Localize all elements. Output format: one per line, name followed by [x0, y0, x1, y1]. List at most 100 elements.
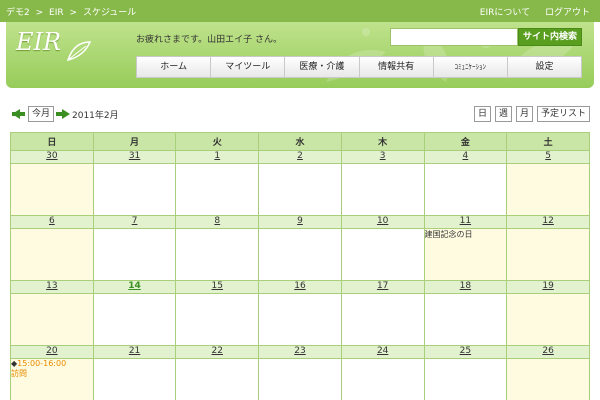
calendar-date-link[interactable]: 13 [46, 281, 57, 291]
calendar-day-cell[interactable] [92, 228, 177, 281]
calendar-day-cell[interactable] [175, 293, 260, 346]
calendar-day-cell[interactable] [175, 163, 260, 216]
calendar-day-cell[interactable] [10, 228, 94, 281]
nav-item-settings[interactable]: 設定 [508, 57, 581, 77]
calendar-date-row: 6 7 8 9 10 11 12 [10, 215, 590, 229]
calendar-date-link[interactable]: 31 [129, 151, 140, 161]
calendar-day-cell[interactable]: ◆15:00-16:00 訪問 [10, 358, 94, 400]
view-day-button[interactable]: 日 [473, 106, 491, 122]
calendar-day-cell[interactable] [175, 358, 260, 400]
calendar-date-link[interactable]: 12 [542, 216, 553, 226]
calendar-day-cell[interactable]: 建国記念の日 [423, 228, 508, 281]
event-entry[interactable]: ◆15:00-16:00 [11, 359, 93, 368]
calendar-date-cell: 31 [92, 150, 177, 164]
breadcrumb-item-eir[interactable]: EIR [49, 8, 64, 18]
calendar-date-link[interactable]: 8 [214, 216, 220, 226]
calendar-day-cell[interactable] [258, 228, 342, 281]
calendar-day-cell[interactable] [340, 163, 425, 216]
calendar-date-link[interactable]: 21 [129, 346, 140, 356]
calendar-date-link[interactable]: 9 [297, 216, 303, 226]
calendar-day-cell[interactable] [506, 228, 590, 281]
calendar-day-cell[interactable] [340, 293, 425, 346]
calendar-day-cell[interactable] [423, 293, 508, 346]
view-list-button[interactable]: 予定リスト [536, 106, 590, 122]
calendar-date-cell: 16 [258, 280, 342, 294]
view-month-button[interactable]: 月 [515, 106, 533, 122]
calendar-day-cell[interactable] [175, 228, 260, 281]
calendar-date-link[interactable]: 26 [542, 346, 553, 356]
calendar-date-link[interactable]: 23 [294, 346, 305, 356]
calendar-day-cell[interactable] [92, 358, 177, 400]
event-title[interactable]: 訪問 [11, 368, 93, 379]
calendar-date-cell: 23 [258, 345, 342, 359]
nav-item-mytools[interactable]: マイツール [211, 57, 286, 77]
calendar-date-link[interactable]: 17 [377, 281, 388, 291]
calendar-day-cell[interactable] [92, 293, 177, 346]
calendar-day-cell[interactable] [423, 358, 508, 400]
calendar-day-cell[interactable] [258, 163, 342, 216]
calendar-date-link[interactable]: 3 [380, 151, 386, 161]
calendar-date-link[interactable]: 24 [377, 346, 388, 356]
this-month-button[interactable]: 今月 [28, 106, 54, 122]
calendar-date-cell: 9 [258, 215, 342, 229]
calendar-day-cell[interactable] [506, 163, 590, 216]
calendar-date-link[interactable]: 15 [212, 281, 223, 291]
calendar-date-row: 20 21 22 23 24 25 26 [10, 345, 590, 359]
calendar-toolbar: 今月 2011年2月 日 週 月 予定リスト [10, 106, 590, 124]
calendar-day-cell[interactable] [340, 358, 425, 400]
nav-item-info-share[interactable]: 情報共有 [360, 57, 434, 77]
calendar-date-link[interactable]: 7 [132, 216, 138, 226]
breadcrumb: デモ2 > EIR > スケジュール [6, 5, 139, 18]
calendar-date-link[interactable]: 2 [297, 151, 303, 161]
breadcrumb-item-demo[interactable]: デモ2 [6, 8, 30, 18]
next-month-arrow-icon[interactable] [62, 109, 70, 119]
nav-item-medical-care[interactable]: 医療・介護 [285, 57, 360, 77]
calendar-date-row: 13 14 15 16 17 18 19 [10, 280, 590, 294]
calendar-date-link[interactable]: 5 [545, 151, 551, 161]
calendar-week-row: 建国記念の日 [10, 228, 590, 281]
calendar-date-link[interactable]: 4 [463, 151, 469, 161]
greeting-text: お疲れさまです。山田エイ子 さん。 [136, 35, 282, 45]
calendar-date-cell: 13 [10, 280, 94, 294]
calendar-date-cell: 19 [506, 280, 590, 294]
calendar-date-link[interactable]: 11 [460, 216, 471, 226]
calendar-day-cell[interactable] [258, 358, 342, 400]
calendar-date-link[interactable]: 14 [128, 281, 141, 291]
calendar-day-cell[interactable] [10, 293, 94, 346]
site-search-input[interactable] [390, 28, 518, 46]
view-week-button[interactable]: 週 [494, 106, 512, 122]
calendar-date-cell: 7 [92, 215, 177, 229]
eir-logo[interactable]: EIR [16, 28, 61, 56]
calendar-day-cell[interactable] [423, 163, 508, 216]
calendar-date-cell: 14 [92, 280, 177, 294]
current-month-label: 2011年2月 [72, 111, 119, 121]
calendar-date-link[interactable]: 16 [294, 281, 305, 291]
logo-leaf-icon [66, 41, 92, 62]
nav-item-communication[interactable]: ｺﾐｭﾆｹｰｼｮﾝ [434, 57, 508, 77]
calendar-date-cell: 10 [340, 215, 425, 229]
calendar-date-link[interactable]: 20 [46, 346, 57, 356]
calendar-date-cell: 30 [10, 150, 94, 164]
calendar-day-cell[interactable] [92, 163, 177, 216]
calendar-date-link[interactable]: 1 [214, 151, 220, 161]
site-search-button[interactable]: サイト内検索 [518, 28, 582, 46]
calendar-date-link[interactable]: 19 [542, 281, 553, 291]
calendar-day-cell[interactable] [506, 358, 590, 400]
prev-month-arrow-shaft[interactable] [19, 112, 25, 116]
calendar-date-cell: 18 [423, 280, 508, 294]
calendar-date-link[interactable]: 30 [46, 151, 57, 161]
calendar-day-cell[interactable] [506, 293, 590, 346]
calendar-date-cell: 24 [340, 345, 425, 359]
calendar-day-cell[interactable] [258, 293, 342, 346]
calendar-date-link[interactable]: 18 [460, 281, 471, 291]
calendar-date-link[interactable]: 6 [49, 216, 55, 226]
calendar-day-cell[interactable] [340, 228, 425, 281]
about-link[interactable]: EIRについて [480, 8, 530, 18]
calendar-date-cell: 21 [92, 345, 177, 359]
logout-link[interactable]: ログアウト [545, 8, 590, 18]
calendar-day-cell[interactable] [10, 163, 94, 216]
calendar-date-link[interactable]: 22 [212, 346, 223, 356]
calendar-date-link[interactable]: 25 [460, 346, 471, 356]
calendar-date-link[interactable]: 10 [377, 216, 388, 226]
nav-item-home[interactable]: ホーム [137, 57, 212, 77]
